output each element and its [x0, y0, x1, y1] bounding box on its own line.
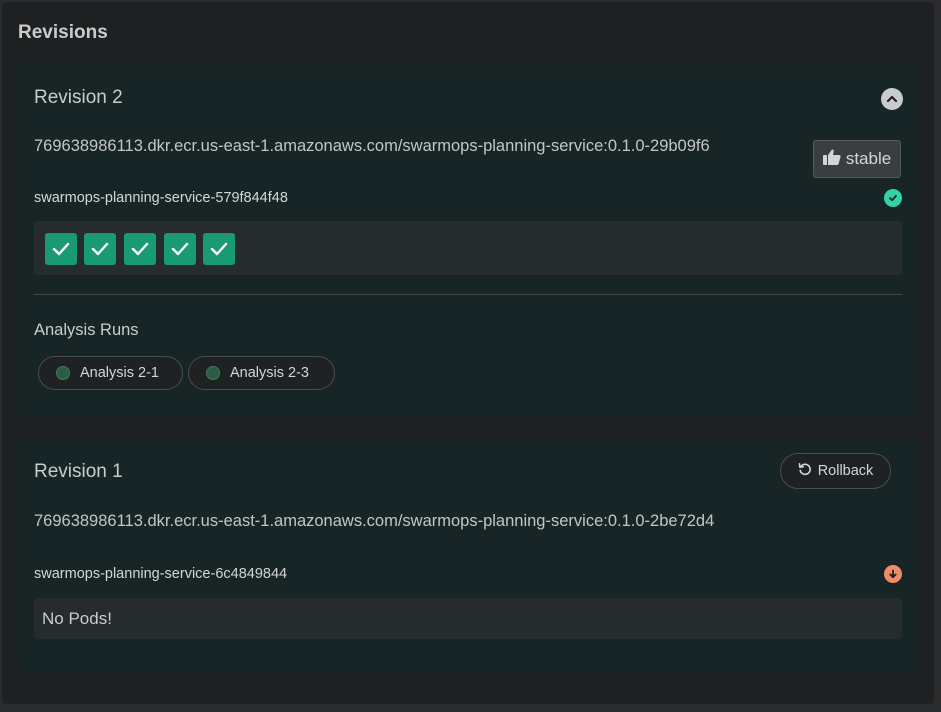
analysis-run-label: Analysis 2-1 [80, 365, 159, 381]
panel-title: Revisions [18, 22, 108, 43]
revisions-panel: Revisions Revision 2 769638986113.dkr.ec… [2, 2, 934, 704]
stable-badge: stable [813, 140, 901, 178]
rollback-button[interactable]: Rollback [780, 453, 891, 489]
status-dot-icon [206, 366, 220, 380]
pods-container [34, 221, 902, 275]
pod-check-icon[interactable] [164, 233, 196, 265]
thumbs-up-icon [822, 149, 841, 170]
revision-title: Revision 1 [34, 461, 123, 482]
status-dot-icon [56, 366, 70, 380]
pod-check-icon[interactable] [203, 233, 235, 265]
replicaset-name: swarmops-planning-service-579f844f48 [34, 190, 288, 206]
check-circle-icon [884, 189, 902, 207]
arrow-down-circle-icon [884, 565, 902, 583]
revision-image: 769638986113.dkr.ecr.us-east-1.amazonaws… [34, 137, 710, 155]
analysis-run-chip[interactable]: Analysis 2-1 [38, 356, 183, 390]
revision-card-2: Revision 2 769638986113.dkr.ecr.us-east-… [17, 65, 919, 418]
divider [34, 294, 902, 295]
stable-label: stable [845, 149, 892, 168]
analysis-run-chip[interactable]: Analysis 2-3 [188, 356, 335, 390]
pod-check-icon[interactable] [45, 233, 77, 265]
revision-image: 769638986113.dkr.ecr.us-east-1.amazonaws… [34, 512, 715, 530]
no-pods-message: No Pods! [42, 609, 112, 628]
analysis-run-label: Analysis 2-3 [230, 365, 309, 381]
pod-check-icon[interactable] [124, 233, 156, 265]
revision-card-1: Revision 1 Rollback 769638986113.dkr.ecr… [17, 437, 919, 671]
pods-container: No Pods! [34, 598, 902, 639]
pod-check-icon[interactable] [84, 233, 116, 265]
revision-title: Revision 2 [34, 87, 123, 108]
rollback-label: Rollback [817, 463, 874, 479]
undo-icon [798, 462, 812, 480]
replicaset-name: swarmops-planning-service-6c4849844 [34, 566, 288, 582]
analysis-runs-label: Analysis Runs [34, 321, 139, 339]
chevron-up-icon[interactable] [881, 88, 903, 110]
